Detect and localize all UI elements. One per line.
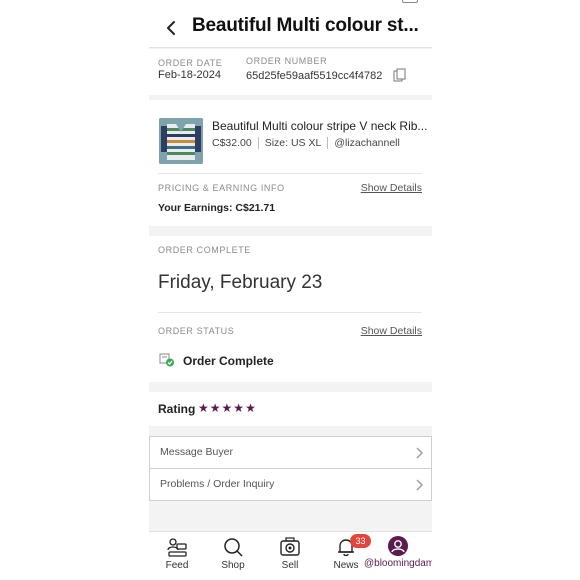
message-buyer-label: Message Buyer — [160, 446, 233, 458]
star-icon: ★ — [198, 401, 209, 415]
rating-stars: ★ ★ ★ ★ ★ — [198, 401, 256, 415]
order-meta-card: ORDER DATE Feb-18-2024 ORDER NUMBER 65d2… — [149, 49, 432, 95]
order-complete-date: Friday, February 23 — [158, 272, 323, 293]
rating-label: Rating — [158, 402, 196, 416]
order-number-value: 65d25fe59aaf5519cc4f4782 — [246, 70, 383, 82]
divider — [158, 173, 422, 174]
battery-icon — [402, 0, 418, 3]
star-icon: ★ — [245, 401, 256, 415]
tab-shop[interactable]: Shop — [205, 536, 261, 571]
user-icon — [391, 540, 405, 553]
product-card: Beautiful Multi colour stripe V neck Rib… — [149, 100, 432, 226]
tab-profile-label: @bloomingdam — [364, 558, 432, 569]
star-icon: ★ — [233, 401, 245, 415]
copy-icon[interactable] — [393, 68, 406, 82]
page-title: Beautiful Multi colour st... — [192, 15, 419, 36]
seller-username[interactable]: @lizachannell — [334, 137, 400, 149]
tab-feed[interactable]: Feed — [149, 536, 205, 571]
avatar — [388, 536, 408, 556]
divider — [158, 312, 422, 313]
pricing-show-details-link[interactable]: Show Details — [361, 182, 422, 194]
top-header: Beautiful Multi colour st... — [149, 6, 432, 48]
order-status-card: ORDER COMPLETE Friday, February 23 ORDER… — [149, 236, 432, 382]
order-number-label: ORDER NUMBER — [246, 56, 328, 66]
chevron-right-icon — [416, 447, 423, 459]
back-button[interactable] — [163, 18, 181, 38]
star-icon: ★ — [209, 401, 221, 415]
search-icon — [224, 538, 243, 557]
rating-card: Rating ★ ★ ★ ★ ★ — [149, 392, 432, 426]
product-info-line: C$32.00 Size: US XL @lizachannell — [212, 137, 400, 149]
star-icon: ★ — [221, 401, 233, 415]
tab-sell[interactable]: Sell — [262, 536, 318, 571]
problems-label: Problems / Order Inquiry — [160, 478, 275, 490]
status-show-details-link[interactable]: Show Details — [361, 325, 422, 337]
message-buyer-row[interactable]: Message Buyer — [149, 436, 432, 469]
right-background — [431, 0, 580, 580]
feed-icon — [167, 538, 187, 557]
chevron-left-icon — [167, 21, 175, 35]
product-price: C$32.00 — [212, 137, 252, 149]
problems-order-inquiry-row[interactable]: Problems / Order Inquiry — [149, 468, 432, 501]
separator — [327, 137, 329, 149]
tab-feed-label: Feed — [165, 560, 189, 571]
tab-sell-label: Sell — [281, 560, 299, 571]
order-complete-icon — [159, 353, 175, 367]
chevron-right-icon — [416, 479, 423, 491]
product-thumbnail[interactable] — [159, 118, 203, 164]
order-complete-label: ORDER COMPLETE — [158, 245, 251, 255]
pricing-earning-label: PRICING & EARNING INFO — [158, 183, 285, 193]
product-size: Size: US XL — [264, 137, 322, 149]
bottom-tab-bar: Feed Shop Sell 33 News @bloomingdam — [149, 531, 432, 580]
tab-profile[interactable]: @bloomingdam — [362, 536, 432, 569]
order-details-screen: Beautiful Multi colour st... ORDER DATE … — [149, 0, 432, 580]
order-status-label: ORDER STATUS — [158, 326, 235, 336]
order-status-text: Order Complete — [183, 354, 274, 368]
product-title[interactable]: Beautiful Multi colour stripe V neck Rib… — [212, 119, 428, 133]
camera-icon — [280, 537, 300, 556]
tab-shop-label: Shop — [221, 560, 245, 571]
order-date-label: ORDER DATE — [158, 58, 223, 68]
your-earnings: Your Earnings: C$21.71 — [158, 202, 276, 214]
separator — [257, 137, 259, 149]
left-background — [0, 0, 149, 580]
order-date-value: Feb-18-2024 — [158, 69, 221, 81]
